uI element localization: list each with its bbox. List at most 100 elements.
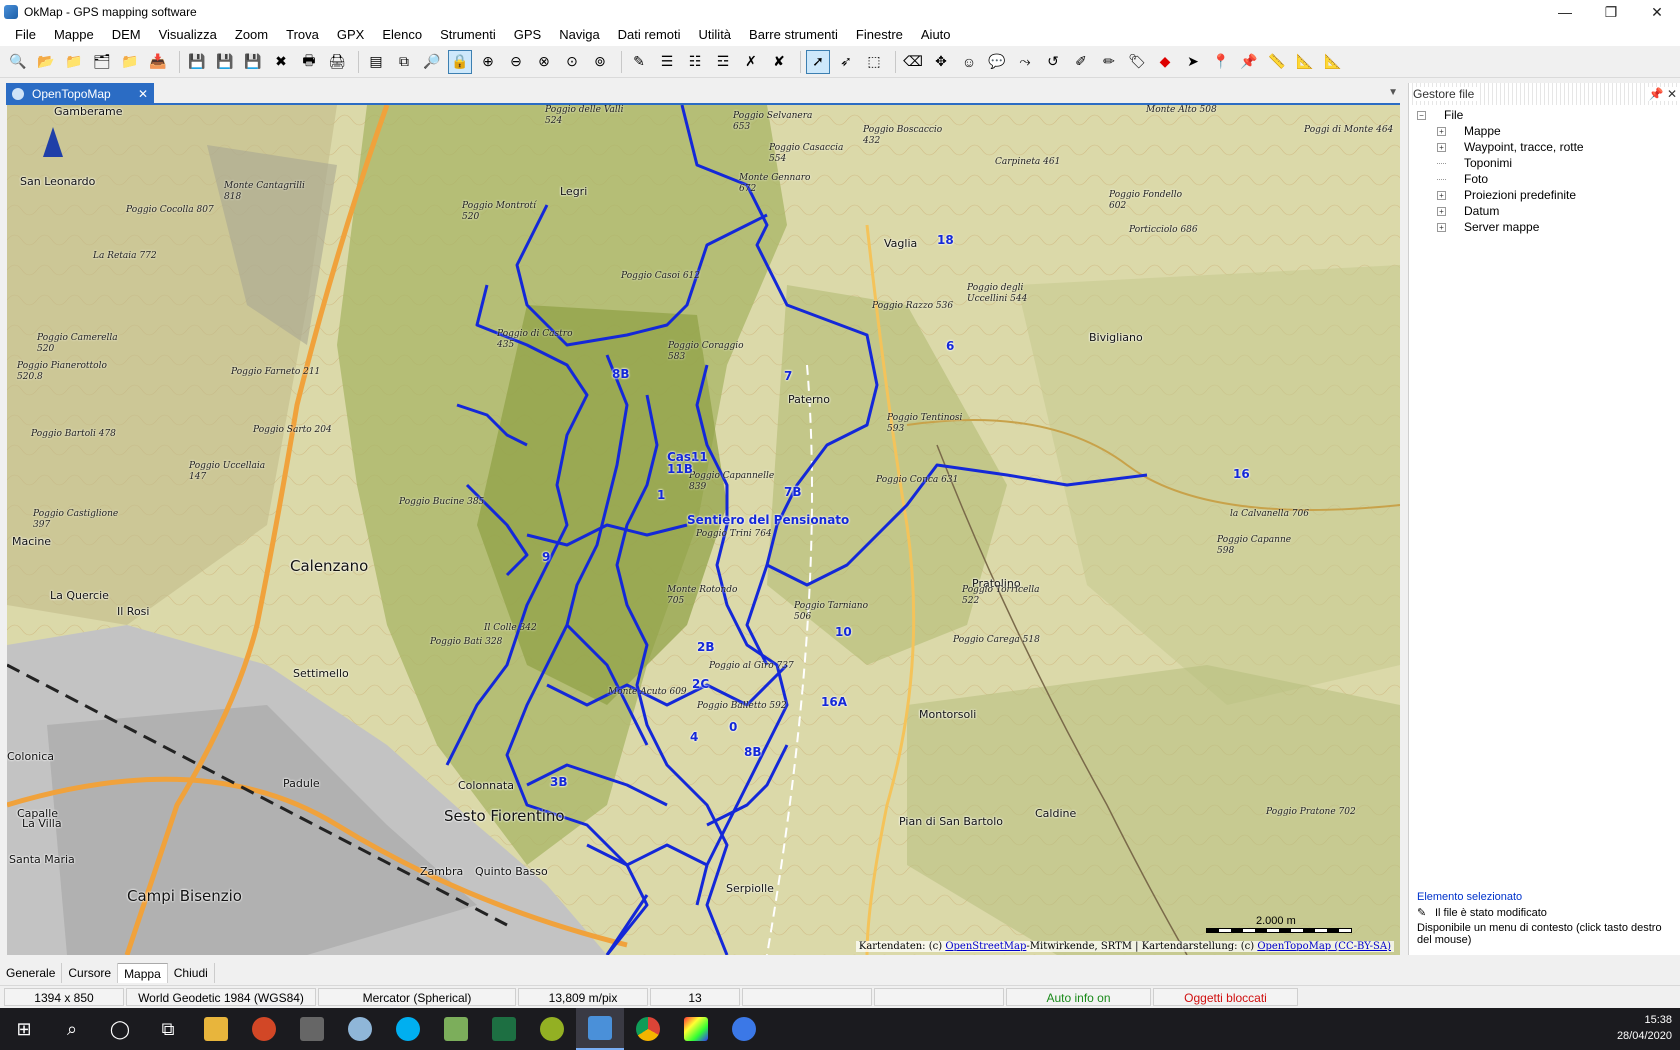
osm-link[interactable]: OpenStreetMap — [945, 941, 1026, 952]
tree-root[interactable]: − File — [1417, 107, 1680, 123]
opentopomap-link[interactable]: OpenTopoMap (CC-BY-SA) — [1257, 941, 1391, 952]
menu-visualizza[interactable]: Visualizza — [150, 24, 226, 46]
tag-icon[interactable]: 🏷 — [1125, 50, 1149, 74]
smile-icon[interactable]: ☺ — [957, 50, 981, 74]
save-all-icon[interactable]: 💾 — [241, 50, 265, 74]
tree-item-server-mappe[interactable]: + Server mappe — [1417, 219, 1680, 235]
zoom-extent-icon[interactable]: ⊗ — [532, 50, 556, 74]
tree-item-foto[interactable]: Foto — [1417, 171, 1680, 187]
pin-icon[interactable]: 📍 — [1209, 50, 1233, 74]
open-track-icon[interactable]: 📁 — [118, 50, 142, 74]
menu-barre-strumenti[interactable]: Barre strumenti — [740, 24, 847, 46]
menu-strumenti[interactable]: Strumenti — [431, 24, 505, 46]
tree-item-proiezioni-predefinite[interactable]: + Proiezioni predefinite — [1417, 187, 1680, 203]
edit-icon[interactable]: ✎ — [627, 50, 651, 74]
menu-mappe[interactable]: Mappe — [45, 24, 103, 46]
okmap-taskbar-icon[interactable] — [576, 1008, 624, 1050]
status-auto-info[interactable]: Auto info on — [1006, 987, 1151, 1006]
tab-mappa[interactable]: Mappa — [118, 963, 168, 983]
expand-icon[interactable]: + — [1437, 190, 1446, 200]
calculator-icon[interactable] — [288, 1008, 336, 1050]
track-list-icon[interactable]: ☷ — [683, 50, 707, 74]
menu-zoom[interactable]: Zoom — [226, 24, 277, 46]
menu-utilit-[interactable]: Utilità — [690, 24, 741, 46]
menu-elenco[interactable]: Elenco — [373, 24, 431, 46]
start-button[interactable]: ⊞ — [0, 1008, 48, 1050]
menu-file[interactable]: File — [6, 24, 45, 46]
zoom-scale-icon[interactable]: ⊙ — [560, 50, 584, 74]
menu-dem[interactable]: DEM — [103, 24, 150, 46]
open-folder-icon[interactable]: 📂 — [34, 50, 58, 74]
close-panel-icon[interactable]: ✕ — [1664, 87, 1680, 101]
delete-selection-icon[interactable]: ✗ — [739, 50, 763, 74]
add-point-icon[interactable]: ➶ — [834, 50, 858, 74]
menu-gpx[interactable]: GPX — [328, 24, 373, 46]
collapse-icon[interactable]: − — [1417, 110, 1426, 120]
expand-icon[interactable]: + — [1437, 126, 1446, 136]
pointer-icon[interactable]: ➚ — [806, 49, 830, 74]
zoom-1-icon[interactable]: ⊚ — [588, 50, 612, 74]
move-icon[interactable]: ✥ — [929, 50, 953, 74]
file-explorer-icon[interactable] — [192, 1008, 240, 1050]
tab-opentopomap[interactable]: OpenTopoMap ✕ — [6, 83, 154, 104]
maximize-button[interactable]: ❐ — [1588, 0, 1634, 24]
minimize-button[interactable]: — — [1542, 0, 1588, 24]
new-track-icon[interactable]: ↺ — [1041, 50, 1065, 74]
marker-icon[interactable]: ◆ — [1153, 50, 1177, 74]
measure-area-icon[interactable]: 📐 — [1321, 50, 1345, 74]
save-icon[interactable]: 💾 — [185, 50, 209, 74]
close-tab-icon[interactable]: ✕ — [138, 87, 148, 101]
window-icon[interactable]: ⧉ — [392, 50, 416, 74]
tree-item-datum[interactable]: + Datum — [1417, 203, 1680, 219]
menu-dati-remoti[interactable]: Dati remoti — [609, 24, 690, 46]
expand-icon[interactable]: + — [1437, 222, 1446, 232]
print-icon[interactable]: 🖶 — [297, 50, 321, 74]
layers-icon[interactable]: ▤ — [364, 50, 388, 74]
map-canvas[interactable]: Calenzano Sesto Fiorentino Campi Bisenzio V… — [7, 105, 1400, 955]
powerpoint-icon[interactable] — [240, 1008, 288, 1050]
pin-panel-icon[interactable]: 📌 — [1648, 87, 1664, 101]
color-app-icon[interactable] — [672, 1008, 720, 1050]
waypoint-list-icon[interactable]: ☰ — [655, 50, 679, 74]
open-map-icon[interactable]: 🔍 — [6, 50, 30, 74]
zoom-out-icon[interactable]: ⊖ — [504, 50, 528, 74]
open-project-icon[interactable]: 🗂 — [90, 50, 114, 74]
menu-trova[interactable]: Trova — [277, 24, 328, 46]
menu-gps[interactable]: GPS — [505, 24, 550, 46]
tree-item-waypoint-tracce-rotte[interactable]: + Waypoint, tracce, rotte — [1417, 139, 1680, 155]
search-icon[interactable]: ⌕ — [48, 1008, 96, 1050]
menu-finestre[interactable]: Finestre — [847, 24, 912, 46]
tree-item-mappe[interactable]: + Mappe — [1417, 123, 1680, 139]
skype-icon[interactable] — [384, 1008, 432, 1050]
edge-icon[interactable] — [720, 1008, 768, 1050]
task-view-icon[interactable]: ⧉ — [144, 1008, 192, 1050]
pencil-icon[interactable]: ✏ — [1097, 50, 1121, 74]
menu-aiuto[interactable]: Aiuto — [912, 24, 960, 46]
tab-cursore[interactable]: Cursore — [62, 963, 119, 983]
comment-icon[interactable]: 💬 — [985, 50, 1009, 74]
eraser-icon[interactable]: ⌫ — [901, 50, 925, 74]
chrome-icon[interactable] — [624, 1008, 672, 1050]
delete-all-icon[interactable]: ✘ — [767, 50, 791, 74]
notepad-icon[interactable] — [432, 1008, 480, 1050]
draw-icon[interactable]: ✐ — [1069, 50, 1093, 74]
expand-icon[interactable]: + — [1437, 206, 1446, 216]
pin-remove-icon[interactable]: 📌 — [1237, 50, 1261, 74]
open-recent-icon[interactable]: 📁 — [62, 50, 86, 74]
expand-icon[interactable]: + — [1437, 142, 1446, 152]
cortana-icon[interactable]: ◯ — [96, 1008, 144, 1050]
ruler-icon[interactable]: 📏 — [1265, 50, 1289, 74]
menu-naviga[interactable]: Naviga — [550, 24, 608, 46]
tab-generale[interactable]: Generale — [0, 963, 63, 983]
route-list-icon[interactable]: ☲ — [711, 50, 735, 74]
excel-icon[interactable] — [480, 1008, 528, 1050]
close-file-icon[interactable]: ✖ — [269, 50, 293, 74]
new-route-icon[interactable]: ⤳ — [1013, 50, 1037, 74]
close-button[interactable]: ✕ — [1634, 0, 1680, 24]
fox-app-icon[interactable] — [336, 1008, 384, 1050]
measure-icon[interactable]: 📐 — [1293, 50, 1317, 74]
clock[interactable]: 15:38 28/04/2020 — [1617, 1012, 1672, 1044]
qgis-icon[interactable] — [528, 1008, 576, 1050]
tabs-dropdown-icon[interactable]: ▼ — [1388, 87, 1398, 98]
find-icon[interactable]: 🔎 — [420, 50, 444, 74]
